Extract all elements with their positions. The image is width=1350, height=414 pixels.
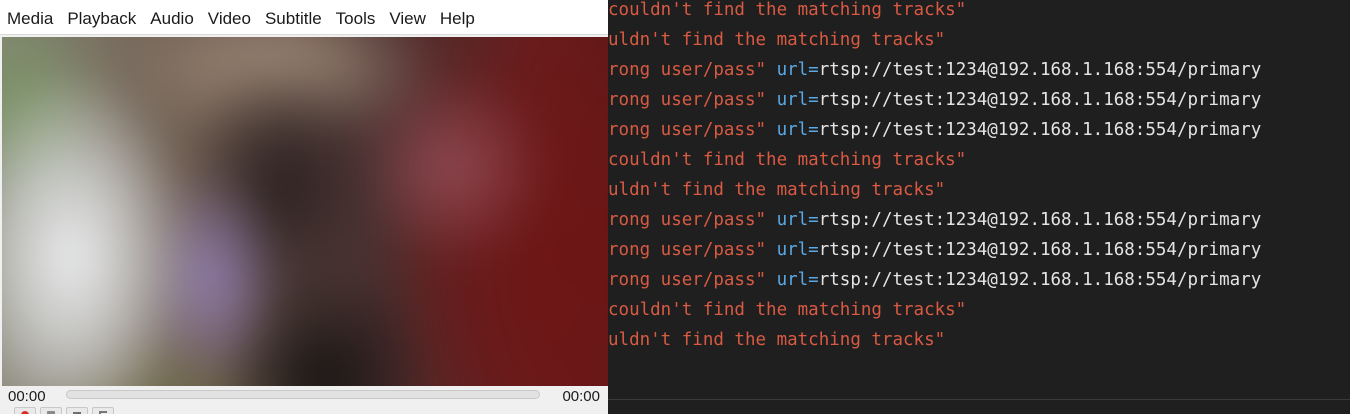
url-value: rtsp://test:1234@192.168.1.168:554/prima… <box>818 210 1262 230</box>
terminal-line: rong user/pass" url=rtsp://test:1234@192… <box>608 89 1261 119</box>
url-value: rtsp://test:1234@192.168.1.168:554/prima… <box>818 60 1262 80</box>
record-button[interactable] <box>14 407 36 414</box>
terminal-line: rong user/pass" url=rtsp://test:1234@192… <box>608 119 1261 149</box>
url-value: rtsp://test:1234@192.168.1.168:554/prima… <box>818 90 1262 110</box>
url-key: url= <box>776 90 819 110</box>
media-player-window[interactable]: Media Playback Audio Video Subtitle Tool… <box>0 0 608 414</box>
menu-subtitle[interactable]: Subtitle <box>258 0 329 35</box>
auth-error-text: rong user/pass" <box>608 240 777 260</box>
track-error-text: couldn't find the matching tracks" <box>608 150 967 170</box>
track-error-text: couldn't find the matching tracks" <box>608 300 967 320</box>
url-key: url= <box>776 240 819 260</box>
menu-playback[interactable]: Playback <box>60 0 143 35</box>
menu-tools[interactable]: Tools <box>329 0 383 35</box>
elapsed-time: 00:00 <box>8 388 46 405</box>
playback-controls: 00:00 00:00 <box>0 386 608 414</box>
snapshot-button[interactable] <box>40 407 62 414</box>
track-error-text: uldn't find the matching tracks" <box>608 180 946 200</box>
track-error-text: uldn't find the matching tracks" <box>608 330 946 350</box>
auth-error-text: rong user/pass" <box>608 120 777 140</box>
loop-button[interactable] <box>66 407 88 414</box>
auth-error-text: rong user/pass" <box>608 60 777 80</box>
menu-help[interactable]: Help <box>433 0 482 35</box>
seek-bar[interactable] <box>66 390 540 399</box>
terminal-divider <box>608 399 1350 400</box>
terminal-line: rong user/pass" url=rtsp://test:1234@192… <box>608 209 1261 239</box>
menu-view[interactable]: View <box>382 0 433 35</box>
video-frame-image <box>2 37 608 386</box>
menu-video[interactable]: Video <box>201 0 258 35</box>
url-value: rtsp://test:1234@192.168.1.168:554/prima… <box>818 120 1262 140</box>
auth-error-text: rong user/pass" <box>608 270 777 290</box>
video-display[interactable] <box>2 37 608 386</box>
frame-step-button[interactable] <box>92 407 114 414</box>
track-error-text: uldn't find the matching tracks" <box>608 30 946 50</box>
terminal-line: uldn't find the matching tracks" <box>608 179 945 209</box>
url-value: rtsp://test:1234@192.168.1.168:554/prima… <box>818 240 1262 260</box>
url-key: url= <box>776 210 819 230</box>
menu-bar: Media Playback Audio Video Subtitle Tool… <box>0 0 608 35</box>
terminal-line: rong user/pass" url=rtsp://test:1234@192… <box>608 59 1261 89</box>
url-value: rtsp://test:1234@192.168.1.168:554/prima… <box>818 270 1262 290</box>
terminal-line: uldn't find the matching tracks" <box>608 29 945 59</box>
terminal-line: couldn't find the matching tracks" <box>608 299 966 329</box>
total-time: 00:00 <box>562 388 600 405</box>
auth-error-text: rong user/pass" <box>608 210 777 230</box>
terminal-line: rong user/pass" url=rtsp://test:1234@192… <box>608 239 1261 269</box>
auth-error-text: rong user/pass" <box>608 90 777 110</box>
url-key: url= <box>776 60 819 80</box>
terminal-output[interactable]: couldn't find the matching tracks" uldn't… <box>608 0 1350 400</box>
terminal-line: uldn't find the matching tracks" <box>608 329 945 359</box>
terminal-line: couldn't find the matching tracks" <box>608 149 966 179</box>
control-buttons <box>14 407 114 414</box>
url-key: url= <box>776 270 819 290</box>
menu-audio[interactable]: Audio <box>143 0 200 35</box>
terminal-line: rong user/pass" url=rtsp://test:1234@192… <box>608 269 1261 299</box>
track-error-text: couldn't find the matching tracks" <box>608 0 967 20</box>
menu-media[interactable]: Media <box>0 0 60 35</box>
url-key: url= <box>776 120 819 140</box>
terminal-line: couldn't find the matching tracks" <box>608 0 966 29</box>
